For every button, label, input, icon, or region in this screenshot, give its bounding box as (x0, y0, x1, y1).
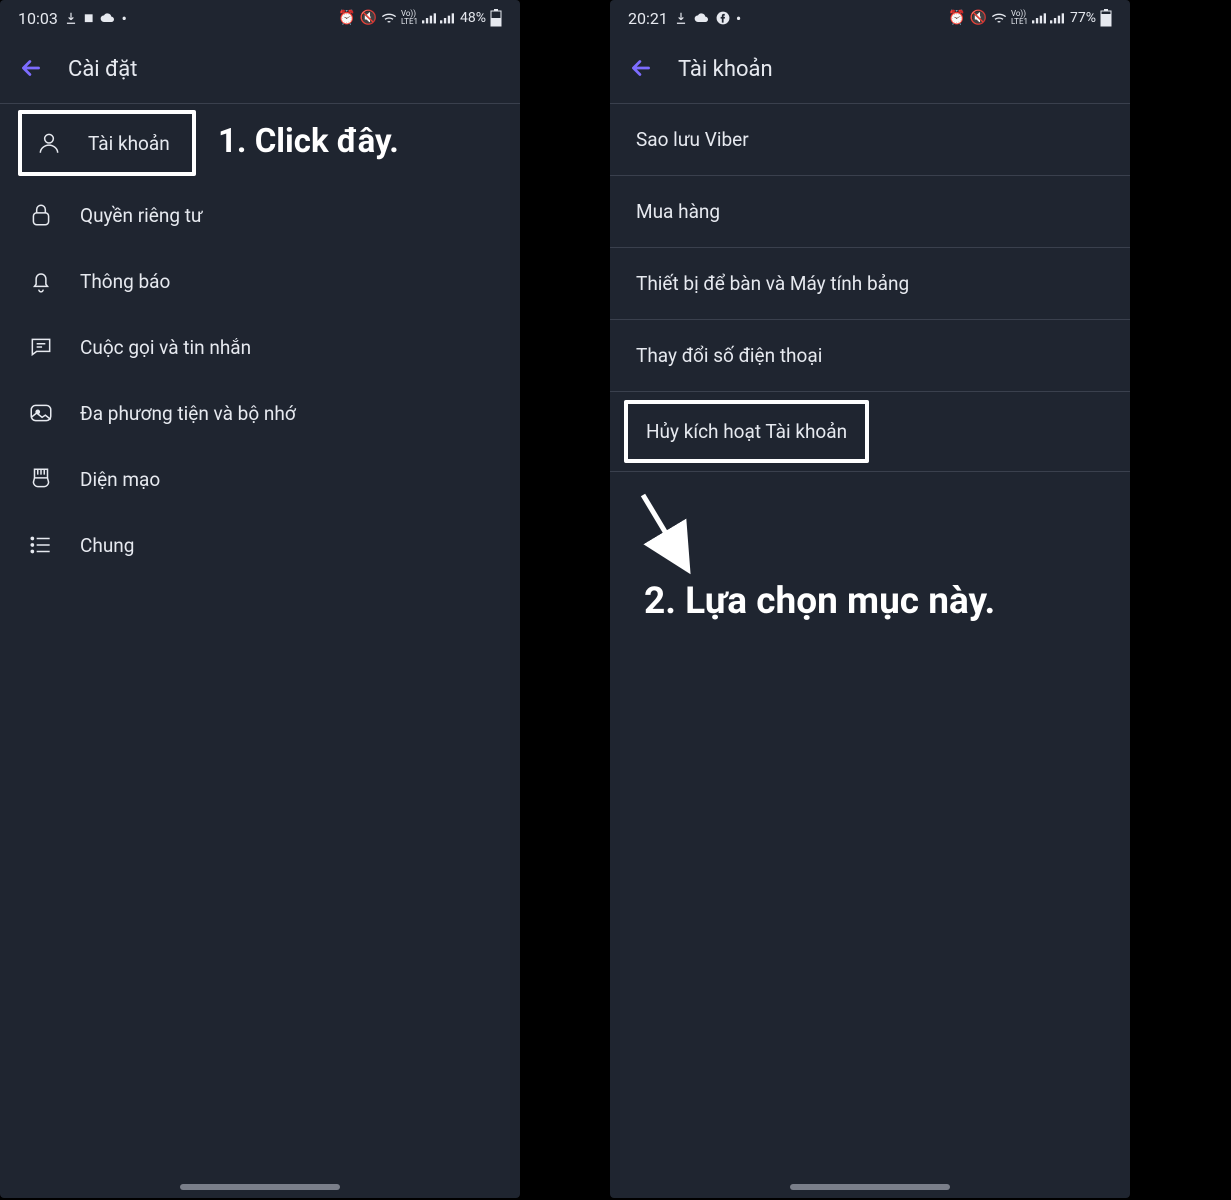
battery-percent: 48% (460, 10, 486, 26)
battery-icon (1100, 9, 1112, 27)
cloud-icon (100, 12, 116, 24)
bell-icon (26, 268, 56, 294)
account-item-purchase[interactable]: Mua hàng (610, 176, 1130, 248)
settings-item-privacy[interactable]: Quyền riêng tư (0, 182, 520, 248)
brush-icon (26, 466, 56, 492)
alarm-icon: ⏰ (338, 10, 355, 26)
account-item-deactivate[interactable]: Hủy kích hoạt Tài khoản (624, 400, 869, 463)
alarm-icon: ⏰ (948, 10, 965, 26)
volte-icon: Vo))LTE1 (401, 10, 418, 26)
account-list: Sao lưu Viber Mua hàng Thiết bị để bàn v… (610, 104, 1130, 472)
wifi-icon (991, 12, 1007, 24)
chat-icon (26, 334, 56, 360)
signal-icon (422, 12, 436, 24)
account-icon (34, 130, 64, 156)
page-title: Cài đặt (68, 57, 137, 82)
header: Cài đặt (0, 36, 520, 104)
phone-left: 10:03 ■ • ⏰ 🔇 Vo))LTE1 48% (0, 0, 520, 1198)
status-time: 20:21 (628, 9, 668, 28)
lock-icon (26, 202, 56, 228)
nav-indicator (790, 1184, 950, 1190)
volte-icon: Vo))LTE1 (1011, 10, 1028, 26)
settings-item-label: Đa phương tiện và bộ nhớ (80, 402, 296, 425)
account-item-change-number[interactable]: Thay đổi số điện thoại (610, 320, 1130, 392)
square-icon: ■ (84, 8, 94, 28)
facebook-icon (716, 11, 730, 25)
list-item-label: Thay đổi số điện thoại (636, 344, 822, 367)
status-bar: 10:03 ■ • ⏰ 🔇 Vo))LTE1 48% (0, 0, 520, 36)
phone-right: 20:21 • ⏰ 🔇 Vo))LTE1 (610, 0, 1130, 1198)
nav-indicator (180, 1184, 340, 1190)
battery-percent: 77% (1070, 10, 1096, 26)
settings-item-label: Diện mạo (80, 468, 160, 491)
battery-icon (490, 9, 502, 27)
settings-item-label: Tài khoản (88, 132, 170, 155)
download-icon (674, 11, 688, 25)
back-icon[interactable] (628, 55, 654, 85)
status-bar: 20:21 • ⏰ 🔇 Vo))LTE1 (610, 0, 1130, 36)
list-item-label: Mua hàng (636, 200, 720, 223)
gallery-icon (26, 400, 56, 426)
settings-item-label: Chung (80, 534, 134, 557)
back-icon[interactable] (18, 55, 44, 85)
annotation-2: 2. Lựa chọn mục này. (644, 580, 995, 623)
settings-item-label: Thông báo (80, 270, 170, 293)
list-icon (26, 532, 56, 558)
dot-icon: • (736, 9, 741, 28)
cloud-icon (694, 12, 710, 24)
annotation-1: 1. Click đây. (218, 122, 399, 161)
signal-icon (1032, 12, 1046, 24)
settings-list: Tài khoản Quyền riêng tư Thông báo Cuộc … (0, 104, 520, 578)
list-item-label: Sao lưu Viber (636, 128, 749, 151)
settings-item-media[interactable]: Đa phương tiện và bộ nhớ (0, 380, 520, 446)
download-icon (64, 11, 78, 25)
dot-icon: • (122, 9, 127, 28)
account-item-devices[interactable]: Thiết bị để bàn và Máy tính bảng (610, 248, 1130, 320)
settings-item-notifications[interactable]: Thông báo (0, 248, 520, 314)
status-time: 10:03 (18, 9, 58, 28)
settings-item-account[interactable]: Tài khoản (18, 110, 196, 176)
list-item-label: Thiết bị để bàn và Máy tính bảng (636, 272, 909, 295)
page-title: Tài khoản (678, 57, 773, 82)
settings-item-label: Cuộc gọi và tin nhắn (80, 336, 251, 359)
settings-item-label: Quyền riêng tư (80, 204, 203, 227)
account-item-backup[interactable]: Sao lưu Viber (610, 104, 1130, 176)
arrow-icon (628, 490, 708, 590)
list-item-label: Hủy kích hoạt Tài khoản (646, 420, 847, 443)
mute-icon: 🔇 (360, 10, 377, 26)
settings-item-general[interactable]: Chung (0, 512, 520, 578)
settings-item-calls[interactable]: Cuộc gọi và tin nhắn (0, 314, 520, 380)
mute-icon: 🔇 (970, 10, 987, 26)
header: Tài khoản (610, 36, 1130, 104)
wifi-icon (381, 12, 397, 24)
signal2-icon (440, 12, 454, 24)
signal2-icon (1050, 12, 1064, 24)
settings-item-appearance[interactable]: Diện mạo (0, 446, 520, 512)
